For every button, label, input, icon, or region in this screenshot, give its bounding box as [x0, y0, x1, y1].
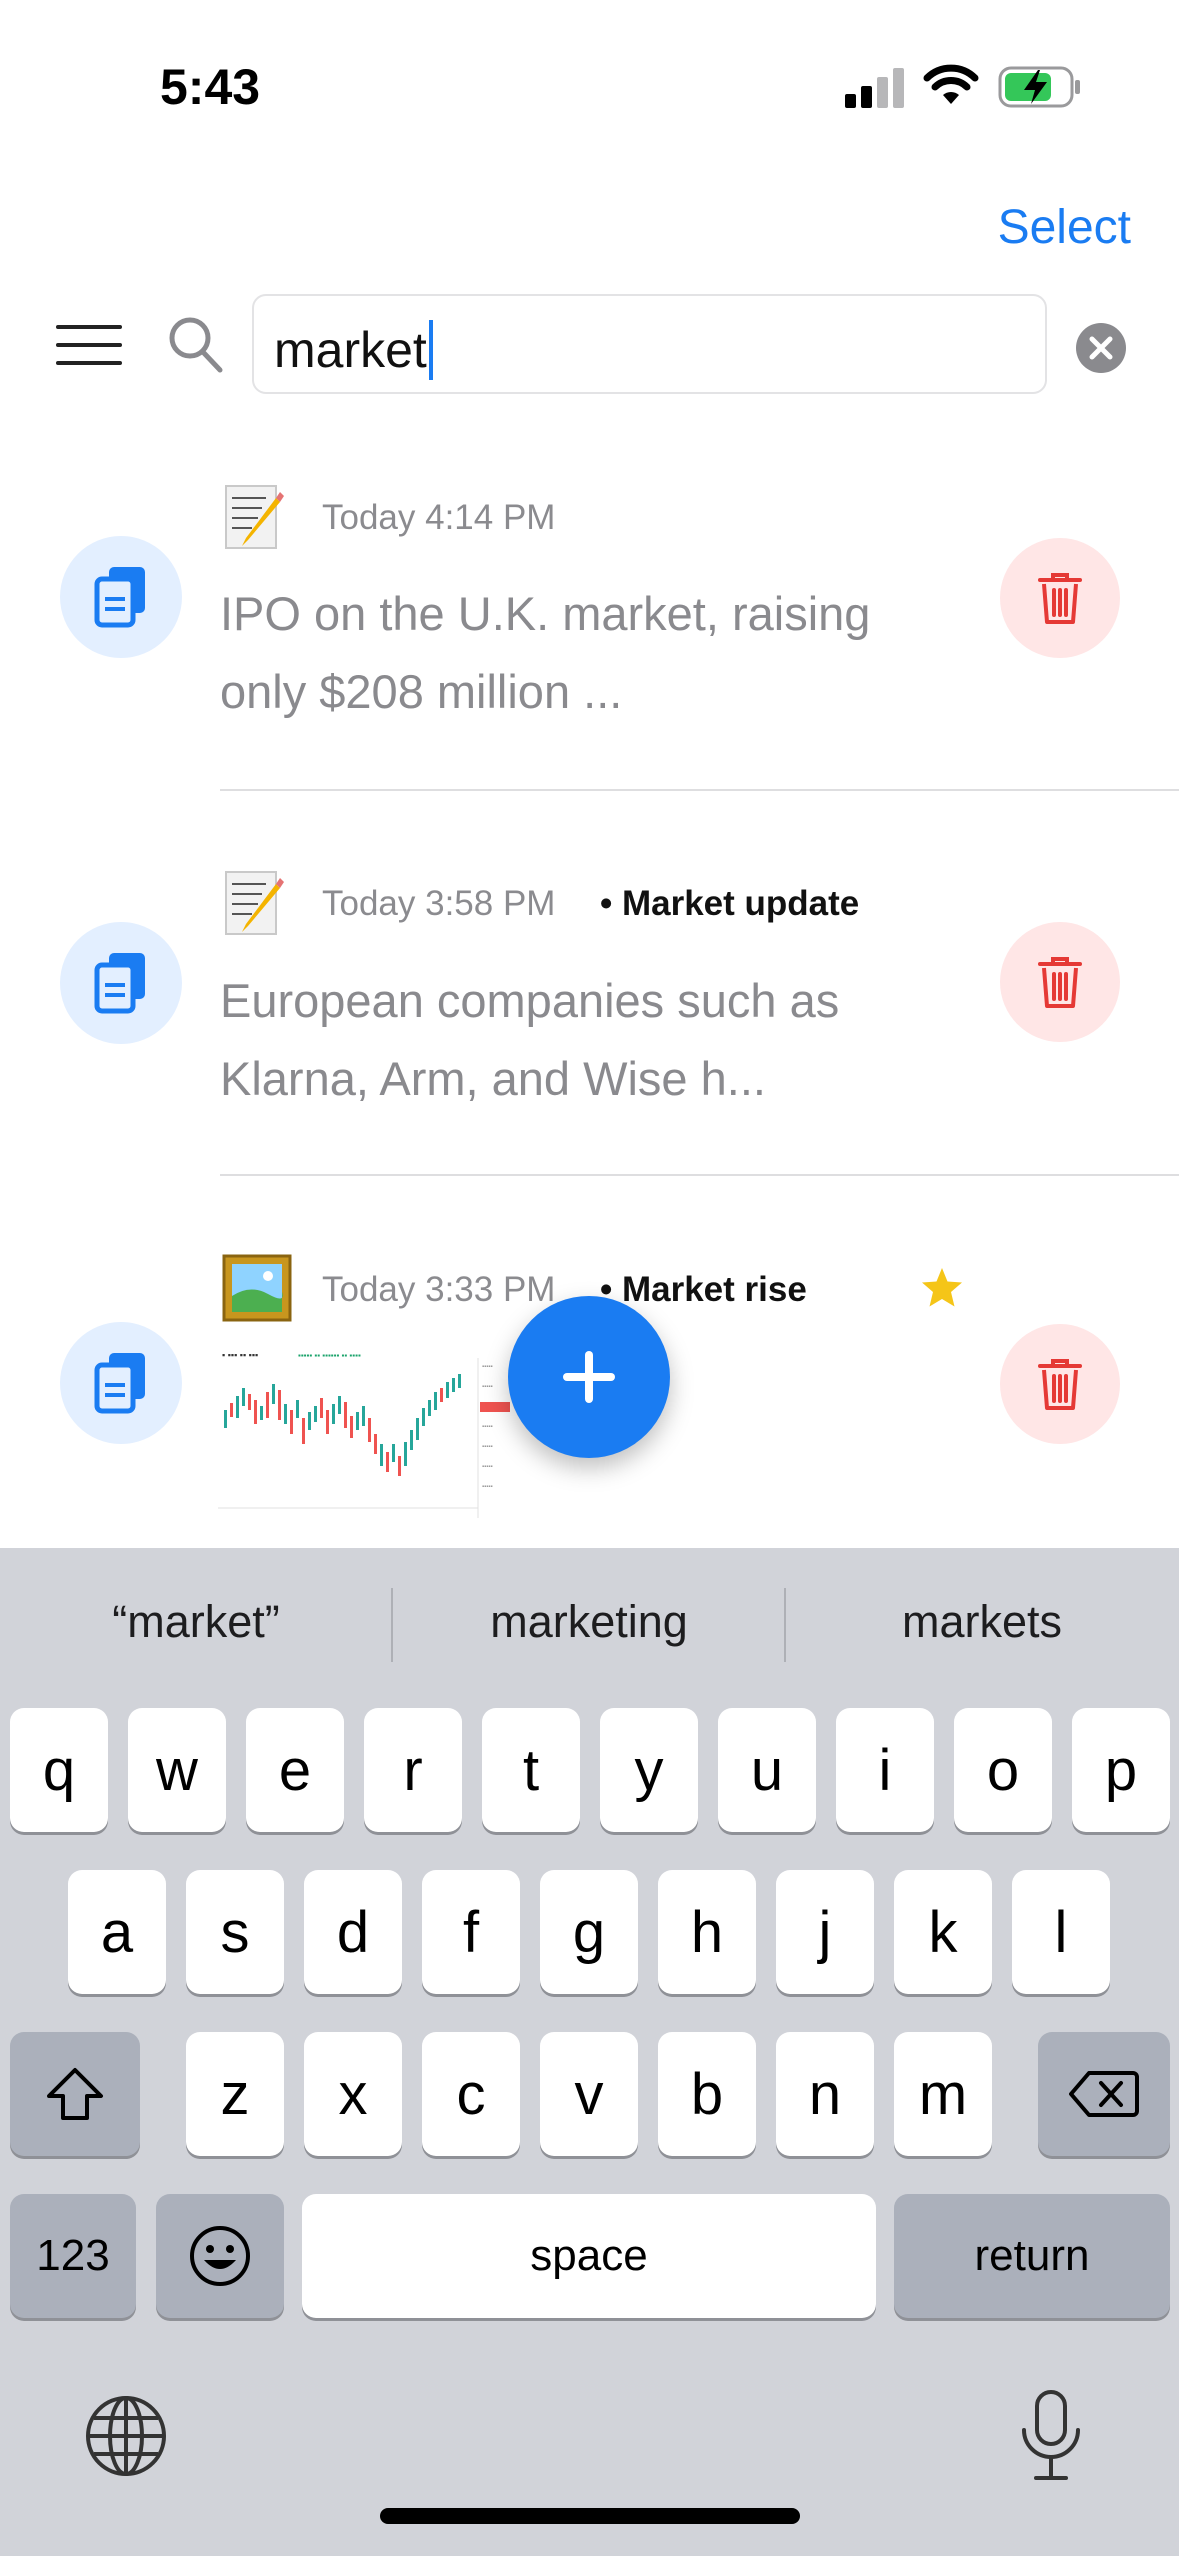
key-r[interactable]: r	[364, 1708, 462, 1832]
key-q[interactable]: q	[10, 1708, 108, 1832]
key-e[interactable]: e	[246, 1708, 344, 1832]
key-w[interactable]: w	[128, 1708, 226, 1832]
keyboard: “market” marketing markets q w e r t y u…	[0, 1548, 1179, 2556]
svg-text:▪▪▪▪▪: ▪▪▪▪▪	[482, 1384, 493, 1390]
framed-picture-icon	[222, 1254, 292, 1322]
backspace-icon	[1069, 2071, 1139, 2117]
microphone-icon[interactable]	[1016, 2388, 1086, 2484]
key-n[interactable]: n	[776, 2032, 874, 2156]
shift-arrow-icon	[47, 2068, 103, 2120]
svg-text:▪▪▪▪▪: ▪▪▪▪▪	[482, 1364, 493, 1370]
key-v[interactable]: v	[540, 2032, 638, 2156]
item-tag: • Market rise	[600, 1270, 807, 1309]
key-b[interactable]: b	[658, 2032, 756, 2156]
key-h[interactable]: h	[658, 1870, 756, 1994]
copy-icon	[94, 1353, 145, 1414]
suggestion-bar: “market” marketing markets	[0, 1548, 1179, 1698]
item-timestamp: Today 3:33 PM	[322, 1270, 556, 1309]
suggestion-1[interactable]: “market”	[0, 1596, 392, 1648]
emoji-icon	[190, 2226, 250, 2286]
key-j[interactable]: j	[776, 1870, 874, 1994]
key-s[interactable]: s	[186, 1870, 284, 1994]
chart-thumbnail-image: ▪ ▪▪▪ ▪▪ ▪▪▪ ▪▪▪▪▪ ▪▪ ▪▪▪▪▪▪ ▪▪ ▪▪▪▪ ▪▪▪…	[218, 1348, 513, 1520]
key-x[interactable]: x	[304, 2032, 402, 2156]
svg-text:▪▪▪▪▪: ▪▪▪▪▪	[482, 1444, 493, 1450]
svg-text:▪ ▪▪▪ ▪▪ ▪▪▪: ▪ ▪▪▪ ▪▪ ▪▪▪	[222, 1350, 258, 1360]
key-m[interactable]: m	[894, 2032, 992, 2156]
key-a[interactable]: a	[68, 1870, 166, 1994]
emoji-key[interactable]	[156, 2194, 284, 2318]
key-i[interactable]: i	[836, 1708, 934, 1832]
key-l[interactable]: l	[1012, 1870, 1110, 1994]
home-indicator[interactable]	[380, 2508, 800, 2524]
return-key[interactable]: return	[894, 2194, 1170, 2318]
suggestion-3[interactable]: markets	[786, 1596, 1178, 1648]
key-z[interactable]: z	[186, 2032, 284, 2156]
key-y[interactable]: y	[600, 1708, 698, 1832]
plus-icon	[563, 1351, 615, 1403]
shift-key[interactable]	[10, 2032, 140, 2156]
svg-text:▪▪▪▪▪: ▪▪▪▪▪	[482, 1484, 493, 1490]
key-g[interactable]: g	[540, 1870, 638, 1994]
copy-button[interactable]	[60, 1322, 182, 1444]
numbers-key[interactable]: 123	[10, 2194, 136, 2318]
globe-icon[interactable]	[84, 2394, 168, 2478]
add-new-button[interactable]	[508, 1296, 670, 1458]
svg-text:▪▪▪▪▪ ▪▪ ▪▪▪▪▪▪ ▪▪ ▪▪▪▪: ▪▪▪▪▪ ▪▪ ▪▪▪▪▪▪ ▪▪ ▪▪▪▪	[298, 1351, 361, 1360]
key-f[interactable]: f	[422, 1870, 520, 1994]
suggestion-2[interactable]: marketing	[393, 1596, 785, 1648]
key-d[interactable]: d	[304, 1870, 402, 1994]
svg-text:▪▪▪▪▪: ▪▪▪▪▪	[482, 1464, 493, 1470]
backspace-key[interactable]	[1038, 2032, 1170, 2156]
key-p[interactable]: p	[1072, 1708, 1170, 1832]
key-u[interactable]: u	[718, 1708, 816, 1832]
key-c[interactable]: c	[422, 2032, 520, 2156]
key-o[interactable]: o	[954, 1708, 1052, 1832]
delete-button[interactable]	[1000, 1324, 1120, 1444]
key-k[interactable]: k	[894, 1870, 992, 1994]
star-icon[interactable]	[920, 1266, 964, 1310]
space-key[interactable]: space	[302, 2194, 876, 2318]
key-t[interactable]: t	[482, 1708, 580, 1832]
trash-icon	[1038, 1359, 1082, 1410]
svg-text:▪▪▪▪▪: ▪▪▪▪▪	[482, 1424, 493, 1430]
